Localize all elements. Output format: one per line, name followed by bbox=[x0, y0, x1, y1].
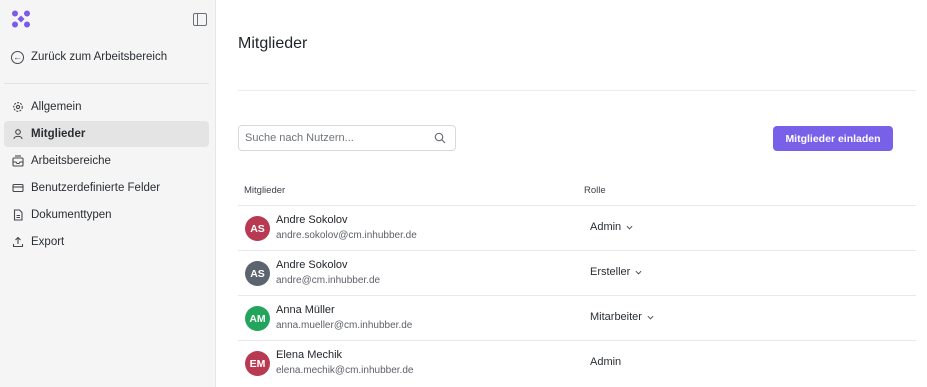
sidebar-item-document-types[interactable]: Dokumenttypen bbox=[4, 202, 209, 228]
member-email: elena.mechik@cm.inhubber.de bbox=[276, 365, 414, 376]
column-header-role: Rolle bbox=[584, 185, 606, 196]
back-to-workspace-link[interactable]: ← Zurück zum Arbeitsbereich bbox=[11, 49, 167, 65]
member-name: Andre Sokolov bbox=[276, 259, 348, 271]
avatar: AS bbox=[245, 261, 270, 286]
sidebar-item-label: Arbeitsbereiche bbox=[31, 155, 111, 167]
invite-members-button[interactable]: Mitglieder einladen bbox=[773, 126, 893, 151]
member-name: Anna Müller bbox=[276, 304, 335, 316]
card-icon bbox=[12, 182, 24, 194]
main-content: Mitglieder Mitglieder einladen Mitgliede… bbox=[216, 0, 927, 387]
chevron-down-icon bbox=[647, 315, 654, 319]
role-select[interactable]: Mitarbeiter bbox=[590, 311, 654, 323]
table-header: Mitglieder Rolle bbox=[238, 180, 916, 206]
role-value: Admin bbox=[590, 356, 622, 368]
member-email: anna.mueller@cm.inhubber.de bbox=[276, 320, 413, 331]
chevron-down-icon bbox=[635, 270, 642, 274]
back-label: Zurück zum Arbeitsbereich bbox=[31, 51, 168, 63]
table-row: AM Anna Müller anna.mueller@cm.inhubber.… bbox=[238, 296, 916, 341]
members-table: AS Andre Sokolov andre.sokolov@cm.inhubb… bbox=[238, 206, 916, 386]
role-select[interactable]: Ersteller bbox=[590, 266, 642, 278]
role-value: Admin bbox=[590, 221, 622, 233]
member-email: andre@cm.inhubber.de bbox=[276, 275, 381, 286]
upload-icon bbox=[12, 236, 24, 248]
sidebar-item-custom-fields[interactable]: Benutzerdefinierte Felder bbox=[4, 175, 209, 201]
sidebar-item-export[interactable]: Export bbox=[4, 229, 209, 255]
inbox-icon bbox=[12, 155, 24, 167]
table-row: AS Andre Sokolov andre.sokolov@cm.inhubb… bbox=[238, 206, 916, 251]
arrow-left-icon: ← bbox=[11, 50, 24, 64]
settings-nav: Allgemein Mitglieder Arbeitsbereiche Ben… bbox=[4, 94, 209, 256]
sidebar-toggle-icon[interactable] bbox=[193, 13, 207, 26]
sidebar-item-label: Export bbox=[31, 236, 65, 248]
sidebar: ← Zurück zum Arbeitsbereich Allgemein Mi… bbox=[0, 0, 216, 387]
user-icon bbox=[12, 128, 24, 140]
role-label: Admin bbox=[590, 356, 621, 368]
sidebar-item-members[interactable]: Mitglieder bbox=[4, 121, 209, 147]
member-name: Andre Sokolov bbox=[276, 214, 348, 226]
title-divider bbox=[238, 90, 916, 91]
chevron-down-icon bbox=[626, 225, 633, 229]
search-icon[interactable] bbox=[434, 132, 446, 144]
member-search bbox=[238, 125, 456, 151]
table-row: EM Elena Mechik elena.mechik@cm.inhubber… bbox=[238, 341, 916, 386]
table-row: AS Andre Sokolov andre@cm.inhubber.de Er… bbox=[238, 251, 916, 296]
sidebar-item-workspaces[interactable]: Arbeitsbereiche bbox=[4, 148, 209, 174]
member-name: Elena Mechik bbox=[276, 349, 343, 361]
sidebar-divider bbox=[4, 83, 209, 84]
page-title: Mitglieder bbox=[238, 35, 308, 52]
app-logo[interactable] bbox=[11, 10, 31, 28]
sidebar-item-label: Benutzerdefinierte Felder bbox=[31, 182, 161, 194]
role-value: Mitarbeiter bbox=[590, 311, 642, 323]
file-icon bbox=[12, 209, 24, 221]
role-select[interactable]: Admin bbox=[590, 221, 633, 233]
member-email: andre.sokolov@cm.inhubber.de bbox=[276, 230, 417, 241]
sidebar-item-general[interactable]: Allgemein bbox=[4, 94, 209, 120]
column-header-members: Mitglieder bbox=[244, 185, 286, 196]
search-input[interactable] bbox=[239, 126, 424, 150]
avatar: AM bbox=[245, 306, 270, 331]
avatar: AS bbox=[245, 216, 270, 241]
role-value: Ersteller bbox=[590, 266, 631, 278]
sidebar-item-label: Mitglieder bbox=[31, 128, 86, 140]
gear-icon bbox=[12, 101, 24, 113]
avatar: EM bbox=[245, 351, 270, 376]
sidebar-item-label: Dokumenttypen bbox=[31, 209, 112, 221]
sidebar-item-label: Allgemein bbox=[31, 101, 82, 113]
